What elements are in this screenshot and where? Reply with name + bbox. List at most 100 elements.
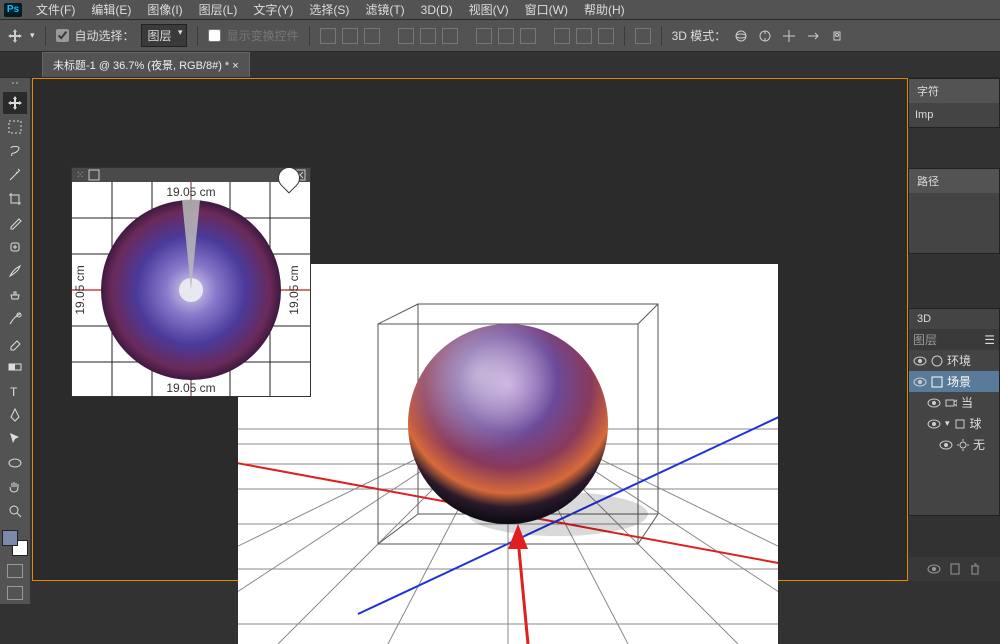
screen-mode-icon[interactable] xyxy=(7,586,23,600)
menu-image[interactable]: 图像(I) xyxy=(139,0,190,20)
3d-item-infinite-light[interactable]: 无 xyxy=(973,436,985,453)
document-tab[interactable]: 未标题-1 @ 36.7% (夜景, RGB/8#) * × xyxy=(42,52,250,77)
menu-help[interactable]: 帮助(H) xyxy=(576,0,633,20)
visibility-icon[interactable] xyxy=(939,440,953,450)
dim-top: 19.05 cm xyxy=(166,185,215,199)
menu-3d[interactable]: 3D(D) xyxy=(413,1,461,19)
crop-tool[interactable] xyxy=(3,188,27,210)
dim-right: 19.05 cm xyxy=(287,265,301,314)
3d-panel[interactable]: 3D 图层 ☰ 环境 场景 当 ▾ 球 无 xyxy=(908,308,1000,516)
paths-panel[interactable]: 路径 xyxy=(908,168,1000,254)
clone-stamp-tool[interactable] xyxy=(3,284,27,306)
3d-tab[interactable]: 3D xyxy=(909,309,939,329)
distribute-top-icon[interactable] xyxy=(476,28,492,44)
distribute-hcenter-icon[interactable] xyxy=(576,28,592,44)
distribute-left-icon[interactable] xyxy=(554,28,570,44)
align-hcenter-icon[interactable] xyxy=(420,28,436,44)
distribute-bottom-icon[interactable] xyxy=(520,28,536,44)
highlight-arrow-icon xyxy=(508,524,528,644)
menu-window[interactable]: 窗口(W) xyxy=(517,0,576,20)
move-tool[interactable] xyxy=(3,92,27,114)
3d-item-sphere[interactable]: 球 xyxy=(970,415,982,432)
align-vcenter-icon[interactable] xyxy=(342,28,358,44)
color-swatches[interactable] xyxy=(2,530,28,556)
marquee-tool[interactable] xyxy=(3,116,27,138)
type-tool[interactable]: T xyxy=(3,380,27,402)
quick-mask-icon[interactable] xyxy=(7,564,23,578)
menu-select[interactable]: 选择(S) xyxy=(301,0,357,20)
align-right-icon[interactable] xyxy=(442,28,458,44)
align-bottom-icon[interactable] xyxy=(364,28,380,44)
trash-icon[interactable] xyxy=(969,563,981,575)
3d-orbit-icon[interactable] xyxy=(732,27,750,45)
3d-panel-footer xyxy=(908,557,1000,581)
expand-icon[interactable]: ▾ xyxy=(945,418,950,429)
auto-select-label: 自动选择： xyxy=(75,27,135,44)
distribute-right-icon[interactable] xyxy=(598,28,614,44)
light-icon xyxy=(957,439,969,451)
menu-type[interactable]: 文字(Y) xyxy=(245,0,301,20)
transform-controls-checkbox[interactable] xyxy=(208,29,221,42)
3d-item-current[interactable]: 当 xyxy=(961,394,973,411)
eyedropper-tool[interactable] xyxy=(3,212,27,234)
panel-grip-icon[interactable] xyxy=(0,82,30,88)
menu-filter[interactable]: 滤镜(T) xyxy=(357,0,412,20)
new-icon[interactable] xyxy=(949,563,961,575)
3d-zoom-icon[interactable] xyxy=(828,27,846,45)
visibility-icon[interactable] xyxy=(927,419,941,429)
ellipse-tool[interactable] xyxy=(3,452,27,474)
document-tab-bar: 未标题-1 @ 36.7% (夜景, RGB/8#) * × xyxy=(0,52,1000,78)
move-tool-icon[interactable] xyxy=(6,27,24,45)
magic-wand-tool[interactable] xyxy=(3,164,27,186)
transform-controls-label: 显示变换控件 xyxy=(227,27,299,44)
menu-bar: Ps 文件(F) 编辑(E) 图像(I) 图层(L) 文字(Y) 选择(S) 滤… xyxy=(0,0,1000,20)
auto-select-checkbox[interactable] xyxy=(56,29,69,42)
zoom-tool[interactable] xyxy=(3,500,27,522)
visibility-icon[interactable] xyxy=(927,398,941,408)
scene-icon xyxy=(931,376,943,388)
mesh-icon xyxy=(954,418,966,430)
3d-item-environment[interactable]: 环境 xyxy=(947,352,971,369)
healing-brush-tool[interactable] xyxy=(3,236,27,258)
layers-tab-dimmed[interactable]: 图层 xyxy=(913,331,937,348)
history-brush-tool[interactable] xyxy=(3,308,27,330)
auto-select-dropdown[interactable]: 图层 xyxy=(141,24,187,47)
brush-tool[interactable] xyxy=(3,260,27,282)
panel-grip-icon[interactable]: ⁙ xyxy=(76,170,84,181)
dim-left: 19.05 cm xyxy=(73,265,87,314)
visibility-icon[interactable] xyxy=(913,377,927,387)
3d-pan-icon[interactable] xyxy=(780,27,798,45)
dropdown-arrow-icon[interactable]: ▾ xyxy=(30,30,35,41)
path-selection-tool[interactable] xyxy=(3,428,27,450)
align-top-icon[interactable] xyxy=(320,28,336,44)
3d-roll-icon[interactable] xyxy=(756,27,774,45)
canvas[interactable]: ⁙ xyxy=(32,78,908,581)
rotate-view-panel[interactable]: ⁙ xyxy=(71,167,311,397)
lasso-tool[interactable] xyxy=(3,140,27,162)
3d-slide-icon[interactable] xyxy=(804,27,822,45)
character-panel[interactable]: 字符 Imp xyxy=(908,78,1000,128)
environment-icon xyxy=(931,355,943,367)
app-logo: Ps xyxy=(4,3,22,17)
visibility-icon[interactable] xyxy=(913,356,927,366)
align-left-icon[interactable] xyxy=(398,28,414,44)
menu-view[interactable]: 视图(V) xyxy=(461,0,517,20)
dim-bottom: 19.05 cm xyxy=(166,381,215,395)
menu-edit[interactable]: 编辑(E) xyxy=(83,0,139,20)
panel-icon[interactable] xyxy=(88,169,100,181)
align-extra-icon[interactable] xyxy=(635,28,651,44)
pen-tool[interactable] xyxy=(3,404,27,426)
distribute-vcenter-icon[interactable] xyxy=(498,28,514,44)
menu-file[interactable]: 文件(F) xyxy=(28,0,83,20)
character-tab[interactable]: 字符 xyxy=(909,79,999,103)
gradient-tool[interactable] xyxy=(3,356,27,378)
filter-icon[interactable]: ☰ xyxy=(984,333,995,347)
hand-tool[interactable] xyxy=(3,476,27,498)
align-buttons xyxy=(320,28,614,44)
menu-layer[interactable]: 图层(L) xyxy=(191,0,246,20)
paths-tab[interactable]: 路径 xyxy=(909,169,999,193)
3d-item-scene[interactable]: 场景 xyxy=(947,373,971,390)
document-canvas[interactable] xyxy=(238,264,778,644)
eraser-tool[interactable] xyxy=(3,332,27,354)
visibility-icon[interactable] xyxy=(927,564,941,574)
